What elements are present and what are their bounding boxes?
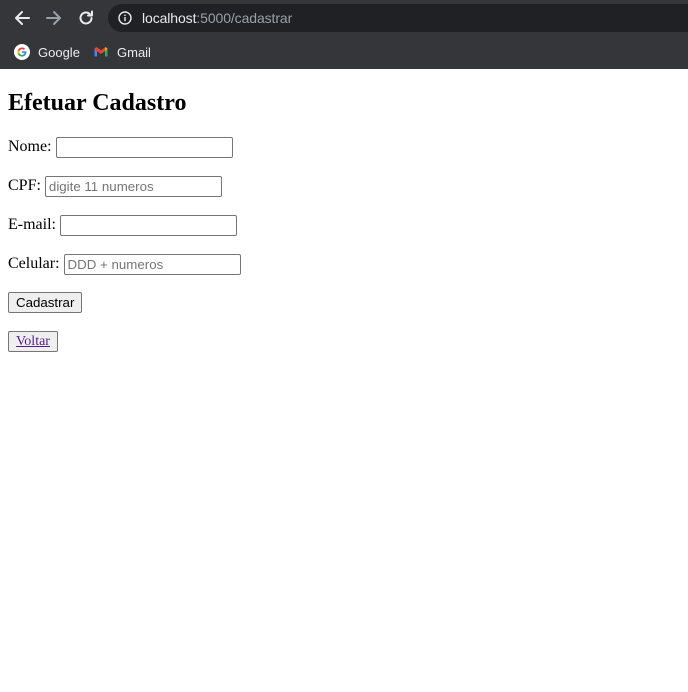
email-input[interactable]: [59, 214, 237, 236]
nome-label: Nome:: [8, 138, 52, 155]
gmail-icon: [94, 47, 108, 57]
browser-toolbar: localhost:5000/cadastrar: [0, 0, 688, 36]
info-icon[interactable]: [118, 11, 132, 25]
bookmark-google[interactable]: Google: [14, 41, 80, 63]
bookmarks-bar: Google Gmail: [0, 36, 688, 69]
cpf-label: CPF:: [8, 177, 41, 194]
forward-button[interactable]: [42, 6, 66, 30]
voltar-button[interactable]: Voltar: [8, 331, 58, 352]
address-bar[interactable]: localhost:5000/cadastrar: [108, 4, 688, 32]
email-label: E-mail:: [8, 216, 56, 233]
page-title: Efetuar Cadastro: [8, 90, 187, 116]
cpf-row: CPF:: [8, 175, 222, 197]
bookmark-label: Gmail: [117, 44, 151, 60]
celular-row: Celular:: [8, 253, 241, 275]
email-row: E-mail:: [8, 214, 237, 236]
celular-input[interactable]: [63, 253, 241, 275]
reload-button[interactable]: [74, 6, 98, 30]
url-text[interactable]: localhost:5000/cadastrar: [142, 10, 292, 26]
arrow-right-icon: [46, 11, 61, 25]
google-icon: [14, 44, 30, 60]
reload-icon: [79, 10, 93, 25]
celular-label: Celular:: [8, 255, 60, 272]
url-path: :5000/cadastrar: [196, 10, 293, 26]
arrow-left-icon: [15, 11, 30, 25]
nome-row: Nome:: [8, 136, 233, 158]
bookmark-gmail[interactable]: Gmail: [93, 41, 151, 63]
back-button[interactable]: [10, 6, 34, 30]
cpf-input[interactable]: [44, 175, 222, 197]
bookmark-label: Google: [38, 44, 80, 60]
voltar-link[interactable]: Voltar: [16, 334, 50, 349]
cadastrar-button[interactable]: Cadastrar: [8, 292, 83, 313]
url-host: localhost: [142, 10, 197, 26]
nome-input[interactable]: [55, 136, 233, 158]
browser-chrome: localhost:5000/cadastrar Google Gmail: [0, 0, 688, 69]
